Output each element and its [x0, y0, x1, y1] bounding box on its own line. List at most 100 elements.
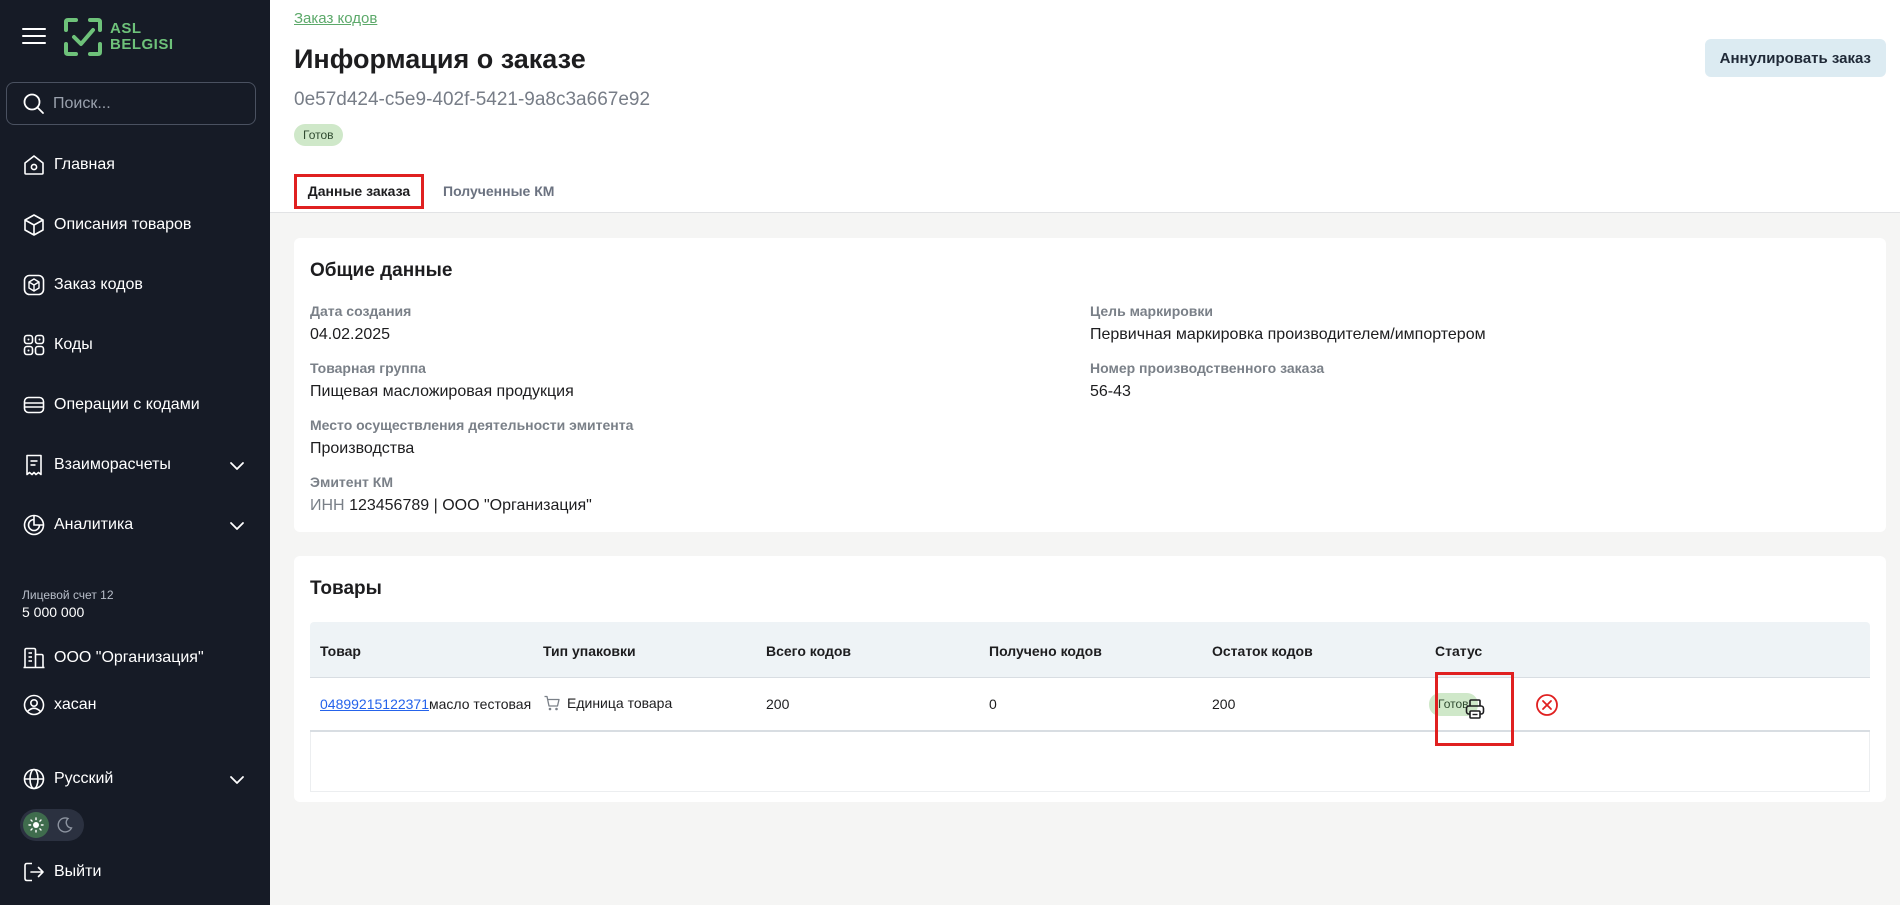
language-selector[interactable]: Русский: [0, 759, 270, 799]
emitent-value: 123456789 | ООО "Организация": [349, 497, 592, 514]
chevron-down-icon: [230, 462, 244, 470]
building-icon: [22, 646, 46, 670]
sidebar-item-label: ООО "Организация": [54, 649, 204, 666]
breadcrumb[interactable]: Заказ кодов: [294, 10, 377, 27]
sidebar-header: ASL BELGISI: [0, 0, 270, 76]
order-id: 0e57d424-c5e9-402f-5421-9a8c3a667e92: [294, 89, 651, 110]
field-value: 56-43: [1090, 383, 1131, 400]
field-label: Номер производственного заказа: [1090, 360, 1325, 376]
sidebar-item-home[interactable]: Главная: [0, 145, 270, 185]
column-header: Получено кодов: [989, 643, 1102, 659]
page-title: Информация о заказе: [294, 44, 586, 74]
logo-icon: [64, 18, 102, 56]
cancel-order-button[interactable]: Аннулировать заказ: [1704, 39, 1886, 77]
field-value: 04.02.2025: [310, 326, 391, 343]
remaining-codes: 200: [1212, 696, 1236, 712]
sidebar-item-settlements[interactable]: Взаиморасчеты: [0, 445, 270, 485]
sidebar-item-label: Коды: [54, 336, 93, 353]
field-activity-place: Место осуществления деятельности эмитент…: [310, 417, 633, 458]
receipt-icon: [22, 453, 46, 477]
card-title: Товары: [310, 578, 382, 599]
sidebar-item-organization[interactable]: ООО "Организация": [0, 638, 270, 678]
field-value: Первичная маркировка производителем/импо…: [1090, 326, 1486, 343]
sidebar-item-order-codes[interactable]: Заказ кодов: [0, 265, 270, 305]
inn-label: ИНН: [310, 497, 345, 514]
column-header: Статус: [1435, 643, 1483, 659]
goods-card: Товары Товар Тип упаковки Всего кодов По…: [294, 556, 1886, 802]
chevron-down-icon: [230, 776, 244, 784]
field-value: Пищевая масложировая продукция: [310, 383, 574, 400]
field-label: Дата создания: [310, 303, 412, 319]
box-icon: [22, 213, 46, 237]
field-label: Эмитент КМ: [310, 474, 393, 490]
sidebar-item-label: Заказ кодов: [54, 276, 143, 293]
search-box[interactable]: [6, 82, 256, 125]
order-codes-icon: [22, 273, 46, 297]
logout-button[interactable]: Выйти: [0, 852, 270, 892]
printer-icon: [1465, 699, 1484, 719]
sidebar-item-codes[interactable]: Коды: [0, 325, 270, 365]
sidebar-item-product-descriptions[interactable]: Описания товаров: [0, 205, 270, 245]
field-product-group: Товарная группа Пищевая масложировая про…: [310, 360, 574, 401]
cart-icon: [544, 695, 560, 711]
theme-toggle[interactable]: [20, 809, 84, 841]
table-header: Товар Тип упаковки Всего кодов Получено …: [310, 622, 1870, 678]
account-label: Лицевой счет 12: [22, 588, 114, 602]
home-icon: [22, 153, 46, 177]
column-header: Всего кодов: [766, 643, 852, 659]
analytics-icon: [22, 513, 46, 537]
sidebar-item-analytics[interactable]: Аналитика: [0, 505, 270, 545]
goods-table: Товар Тип упаковки Всего кодов Получено …: [310, 622, 1870, 792]
moon-icon: [57, 817, 73, 833]
print-button[interactable]: [1435, 672, 1514, 746]
chevron-down-icon: [230, 522, 244, 530]
status-badge: Готов: [294, 124, 343, 146]
column-header: Тип упаковки: [543, 643, 636, 659]
field-purpose: Цель маркировки Первичная маркировка про…: [1090, 303, 1486, 344]
tab-received-codes[interactable]: Полученные КМ: [443, 174, 554, 209]
sidebar-item-user[interactable]: хасан: [0, 685, 270, 725]
qr-codes-icon: [22, 333, 46, 357]
field-label: Место осуществления деятельности эмитент…: [310, 417, 634, 433]
package-cell: Единица товара: [543, 694, 672, 712]
sun-icon: [23, 812, 49, 838]
user-icon: [22, 693, 46, 717]
sidebar-item-code-operations[interactable]: Операции с кодами: [0, 385, 270, 425]
total-codes: 200: [766, 696, 790, 712]
page-header: Заказ кодов Информация о заказе 0e57d424…: [270, 0, 1900, 213]
product-cell: 04899215122371масло тестовая: [320, 696, 531, 712]
sidebar: ASL BELGISI Главная Описания товаров Зак…: [0, 0, 270, 905]
sidebar-item-label: Взаиморасчеты: [54, 456, 171, 473]
column-header: Товар: [320, 643, 361, 659]
column-header: Остаток кодов: [1212, 643, 1313, 659]
sidebar-item-label: Операции с кодами: [54, 396, 200, 413]
field-emitent: Эмитент КМ ИНН 123456789 | ООО "Организа…: [310, 474, 592, 515]
sidebar-item-label: Главная: [54, 156, 115, 173]
received-codes: 0: [989, 696, 997, 712]
logout-label: Выйти: [54, 863, 102, 880]
sidebar-item-label: хасан: [54, 696, 97, 713]
gtin-link[interactable]: 04899215122371: [320, 696, 429, 712]
search-icon: [23, 93, 44, 114]
general-data-card: Общие данные Дата создания 04.02.2025 То…: [294, 238, 1886, 532]
sidebar-item-label: Аналитика: [54, 516, 134, 533]
logo[interactable]: ASL BELGISI: [62, 16, 174, 58]
field-value: ИНН 123456789 | ООО "Организация": [310, 497, 592, 515]
menu-icon[interactable]: [22, 28, 46, 46]
package-type: Единица товара: [567, 695, 673, 711]
logout-icon: [22, 860, 46, 884]
operations-icon: [22, 393, 46, 417]
tab-order-data[interactable]: Данные заказа: [294, 174, 424, 209]
logo-text: ASL BELGISI: [110, 20, 174, 53]
globe-icon: [22, 767, 46, 791]
field-created: Дата создания 04.02.2025: [310, 303, 411, 344]
search-input[interactable]: [53, 94, 243, 113]
product-name: масло тестовая: [429, 696, 532, 712]
account-balance: 5 000 000: [22, 604, 85, 620]
field-label: Цель маркировки: [1090, 303, 1214, 319]
main-content: Заказ кодов Информация о заказе 0e57d424…: [270, 0, 1900, 905]
field-value: Производства: [310, 440, 415, 457]
language-label: Русский: [54, 770, 114, 787]
cancel-icon[interactable]: [1535, 693, 1559, 717]
field-production-order: Номер производственного заказа 56-43: [1090, 360, 1324, 401]
